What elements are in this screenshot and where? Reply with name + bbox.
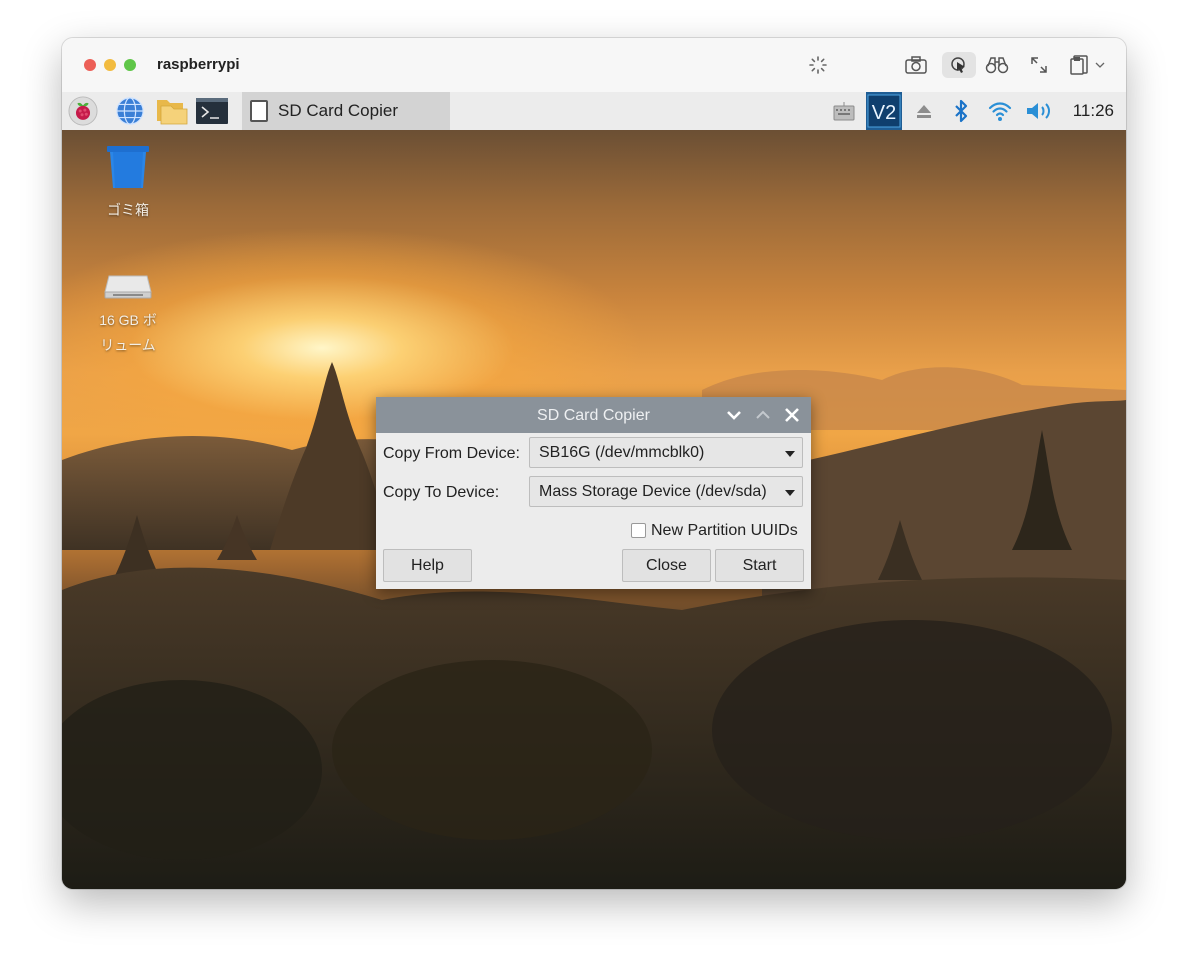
svg-text:V2: V2: [872, 102, 896, 124]
new-partition-uuids-label[interactable]: New Partition UUIDs: [651, 522, 798, 540]
copy-to-label: Copy To Device:: [383, 484, 500, 501]
taskbar: SD Card Copier V2 11:26: [62, 92, 1126, 130]
copy-to-select[interactable]: Mass Storage Device (/dev/sda): [529, 476, 803, 507]
close-dialog-button[interactable]: [782, 405, 802, 425]
desktop-icon-label: 16 GB ボ: [99, 312, 157, 328]
close-window-button[interactable]: [84, 59, 96, 71]
pointer-icon[interactable]: [942, 52, 976, 78]
camera-icon[interactable]: [902, 52, 930, 78]
binoculars-icon[interactable]: [983, 52, 1011, 78]
desktop-icon-trash[interactable]: ゴミ箱: [83, 144, 173, 223]
copy-from-select[interactable]: SB16G (/dev/mmcblk0): [529, 437, 803, 468]
task-label: SD Card Copier: [278, 101, 398, 120]
copy-from-label: Copy From Device:: [383, 445, 520, 462]
desktop-icon-label: ゴミ箱: [107, 202, 149, 218]
chevron-down-icon[interactable]: [1092, 52, 1108, 78]
terminal-icon[interactable]: [195, 96, 229, 126]
keyboard-icon[interactable]: [830, 92, 858, 130]
loading-spinner-icon: [806, 52, 830, 78]
drive-icon: [104, 275, 152, 299]
volume-icon[interactable]: [1024, 92, 1056, 130]
close-button[interactable]: Close: [622, 549, 711, 582]
chevron-down-icon: [727, 411, 741, 420]
eject-icon[interactable]: [912, 92, 936, 130]
new-partition-uuids-checkbox[interactable]: [631, 523, 646, 538]
copy-from-value: SB16G (/dev/mmcblk0): [539, 444, 705, 461]
start-button[interactable]: Start: [715, 549, 804, 582]
expand-icon[interactable]: [1026, 52, 1052, 78]
minimize-dialog-button[interactable]: [724, 405, 744, 425]
close-icon: [785, 408, 799, 422]
dropdown-arrow-icon: [785, 451, 795, 457]
document-icon: [250, 100, 268, 122]
clipboard-icon[interactable]: [1066, 52, 1092, 78]
chevron-up-icon: [756, 410, 770, 419]
desktop-icon-volume[interactable]: 16 GB ボ リューム: [83, 270, 173, 358]
sd-card-copier-dialog: SD Card Copier Copy From Device: SB16G (…: [376, 397, 811, 589]
dialog-title: SD Card Copier: [537, 407, 650, 424]
wifi-icon[interactable]: [986, 92, 1014, 130]
window-title: raspberrypi: [157, 56, 240, 73]
zoom-window-button[interactable]: [124, 59, 136, 71]
copy-to-value: Mass Storage Device (/dev/sda): [539, 483, 767, 500]
dropdown-arrow-icon: [785, 490, 795, 496]
minimize-window-button[interactable]: [104, 59, 116, 71]
vnc-icon[interactable]: V2: [866, 92, 902, 130]
trash-icon: [107, 146, 149, 188]
bluetooth-icon[interactable]: [948, 92, 974, 130]
maximize-dialog-button[interactable]: [753, 405, 773, 425]
window-titlebar: raspberrypi: [62, 38, 1126, 92]
clock: 11:26: [1072, 101, 1114, 120]
desktop-icon-label: リューム: [100, 337, 156, 353]
file-manager-icon[interactable]: [155, 96, 189, 126]
dialog-titlebar[interactable]: SD Card Copier: [376, 397, 811, 433]
web-browser-icon[interactable]: [115, 96, 145, 126]
task-sd-card-copier[interactable]: SD Card Copier: [242, 92, 450, 130]
raspberry-menu-icon[interactable]: [68, 96, 98, 126]
help-button[interactable]: Help: [383, 549, 472, 582]
